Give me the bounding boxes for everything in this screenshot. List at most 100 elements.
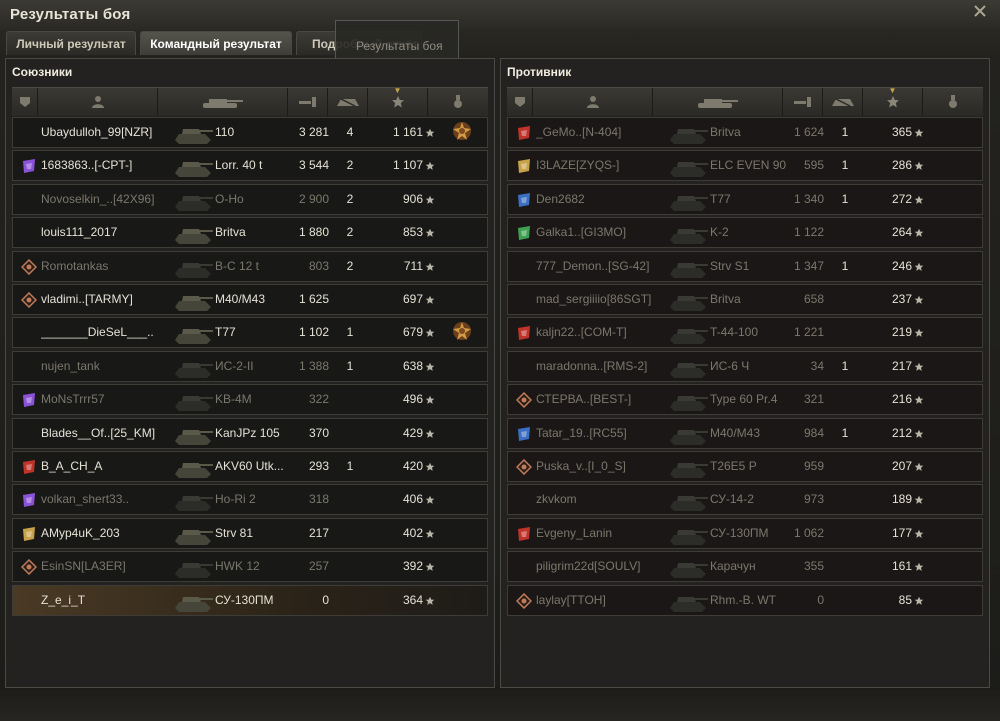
damage-value: 1 624 <box>793 125 824 139</box>
allies-row[interactable]: vladimi..[TARMY] M40/M43 1 625 697 <box>12 284 488 315</box>
tank-thumbnail-icon <box>666 487 710 513</box>
star-icon <box>425 262 435 272</box>
enemies-row[interactable]: Tatar_19..[RC55] M40/M43 984 1 212 <box>507 417 983 449</box>
xp-value: 1 161 <box>392 125 423 139</box>
tank-name: Strv S1 <box>710 258 750 273</box>
star-icon <box>914 262 924 272</box>
enemies-row[interactable]: Galka1..[GI3MO] K-2 1 122 264 <box>507 217 983 249</box>
player-name: Galka1..[GI3MO] <box>536 225 627 240</box>
xp-column-header[interactable]: ▼ <box>368 86 428 116</box>
damage-value: 1 347 <box>793 258 824 273</box>
tank-name: T-44-100 <box>710 325 759 340</box>
allies-row[interactable]: Z_e_i_T СУ-130ПМ 0 364 <box>12 584 488 616</box>
tank-column-header[interactable] <box>653 88 783 116</box>
xp-value: 189 <box>891 492 912 507</box>
allies-row[interactable]: AMyp4uK_203 Strv 81 217 402 <box>12 517 488 549</box>
player-name: B_A_CH_A <box>41 459 103 473</box>
allies-row[interactable]: _______DieSeL___.. T77 1 102 1 679 <box>12 317 488 349</box>
clan-emblem-icon <box>21 292 37 308</box>
allies-row[interactable]: 1683863..[-CPT-] Lorr. 40 t 3 544 2 1 107 <box>12 150 488 182</box>
squad-column-header[interactable] <box>507 88 533 116</box>
tank-name: K-2 <box>710 225 729 240</box>
tank-name: СУ-14-2 <box>710 492 754 507</box>
enemies-row[interactable]: I3LAZE[ZYQS-] ELC EVEN 90 595 1 286 <box>507 150 983 182</box>
damage-value: 595 <box>803 158 824 173</box>
close-icon[interactable] <box>972 4 988 20</box>
damage-icon <box>793 97 811 107</box>
allies-row[interactable]: louis111_2017 Britva 1 880 2 853 <box>12 217 488 249</box>
damage-value: 658 <box>803 292 824 306</box>
enemies-row[interactable]: maradonna..[RMS-2] ИС-6 Ч 34 1 217 <box>507 350 983 382</box>
allies-row[interactable]: Romotankas B-C 12 t 803 2 711 <box>12 250 488 282</box>
damage-column-header[interactable] <box>288 88 328 116</box>
enemies-row[interactable]: Puska_v..[I_0_S] T26E5 P 959 207 <box>507 451 983 482</box>
damage-value: 1 221 <box>793 325 824 340</box>
allies-row[interactable]: volkan_shert33.. Ho-Ri 2 318 406 <box>12 484 488 516</box>
allies-row[interactable]: B_A_CH_A AKV60 Utk... 293 1 420 <box>12 451 488 482</box>
damage-value: 984 <box>803 425 824 440</box>
player-column-header[interactable] <box>38 88 158 116</box>
clan-emblem-icon <box>516 426 532 442</box>
squad-column-header[interactable] <box>12 88 38 116</box>
tank-thumbnail-icon <box>666 287 710 313</box>
tank-name: T77 <box>215 325 236 340</box>
star-icon <box>914 228 924 238</box>
allies-row[interactable]: Ubaydulloh_99[NZR] 110 3 281 4 1 161 <box>12 117 488 148</box>
allies-row[interactable]: Novoselkin_..[42X96] O-Ho 2 900 2 906 <box>12 183 488 215</box>
tank-thumbnail-icon <box>171 588 215 614</box>
medal-icon[interactable] <box>451 120 475 146</box>
enemies-row[interactable]: piligrim22d[SOULV] Карачун 355 161 <box>507 551 983 583</box>
damage-column-header[interactable] <box>783 88 823 116</box>
enemies-row[interactable]: Evgeny_Lanin СУ-130ПМ 1 062 177 <box>507 517 983 549</box>
star-icon <box>425 128 435 138</box>
allies-row[interactable]: nujen_tank ИС-2-II 1 388 1 638 <box>12 350 488 382</box>
star-icon <box>425 195 435 205</box>
achievements-column-header[interactable] <box>923 88 983 116</box>
tank-thumbnail-icon <box>171 120 215 146</box>
tank-thumbnail-icon <box>171 254 215 280</box>
tank-name: Lorr. 40 t <box>215 158 263 173</box>
player-name: Den2682 <box>536 191 585 206</box>
enemies-row[interactable]: _GeMo..[N-404] Britva 1 624 1 365 <box>507 117 983 148</box>
xp-value: 237 <box>891 292 912 306</box>
player-name: I3LAZE[ZYQS-] <box>536 158 620 173</box>
player-name: СТЕРВА..[BEST-] <box>536 392 632 407</box>
allies-row[interactable]: EsinSN[LA3ER] HWK 12 257 392 <box>12 551 488 583</box>
star-icon <box>425 596 435 606</box>
tab-personal-result[interactable]: Личный результат <box>6 31 136 55</box>
star-icon <box>914 395 924 405</box>
damage-value: 1 122 <box>793 225 824 240</box>
enemies-row[interactable]: 777_Demon..[SG-42] Strv S1 1 347 1 246 <box>507 250 983 282</box>
player-column-header[interactable] <box>533 88 653 116</box>
tab-team-result[interactable]: Командный результат <box>140 31 292 55</box>
allies-row[interactable]: Blades__Of..[25_KM] KanJPz 105 370 429 <box>12 417 488 449</box>
enemies-row[interactable]: laylay[TTOH] Rhm.-B. WT 0 85 <box>507 584 983 616</box>
xp-value: 697 <box>402 292 423 306</box>
star-icon <box>425 395 435 405</box>
tank-thumbnail-icon <box>171 287 215 313</box>
enemies-row[interactable]: mad_sergiiiio[86SGT] Britva 658 237 <box>507 284 983 315</box>
achievements-column-header[interactable] <box>428 88 488 116</box>
kills-value: 2 <box>346 225 354 240</box>
player-name: _GeMo..[N-404] <box>536 125 622 139</box>
clan-icon <box>19 97 30 107</box>
enemies-row[interactable]: СТЕРВА..[BEST-] Type 60 Pr.4 321 216 <box>507 384 983 416</box>
window-title: Результаты боя <box>10 6 131 23</box>
enemies-row[interactable]: zkvkom СУ-14-2 973 189 <box>507 484 983 516</box>
xp-column-header[interactable]: ▼ <box>863 86 923 116</box>
kills-value: 1 <box>841 358 849 373</box>
xp-value: 272 <box>891 191 912 206</box>
enemies-row[interactable]: Den2682 T77 1 340 1 272 <box>507 183 983 215</box>
tank-thumbnail-icon <box>666 354 710 380</box>
xp-value: 711 <box>403 258 423 273</box>
kills-column-header[interactable] <box>823 88 863 116</box>
sort-desc-icon: ▼ <box>393 86 402 95</box>
xp-value: 392 <box>402 559 423 574</box>
allies-row[interactable]: MoNsTrrr57 KB-4M 322 496 <box>12 384 488 416</box>
tank-column-header[interactable] <box>158 88 288 116</box>
medal-icon[interactable] <box>451 320 475 346</box>
enemies-row[interactable]: kaljn22..[COM-T] T-44-100 1 221 219 <box>507 317 983 349</box>
xp-value: 406 <box>402 492 423 507</box>
kills-column-header[interactable] <box>328 88 368 116</box>
xp-value: 212 <box>891 425 912 440</box>
